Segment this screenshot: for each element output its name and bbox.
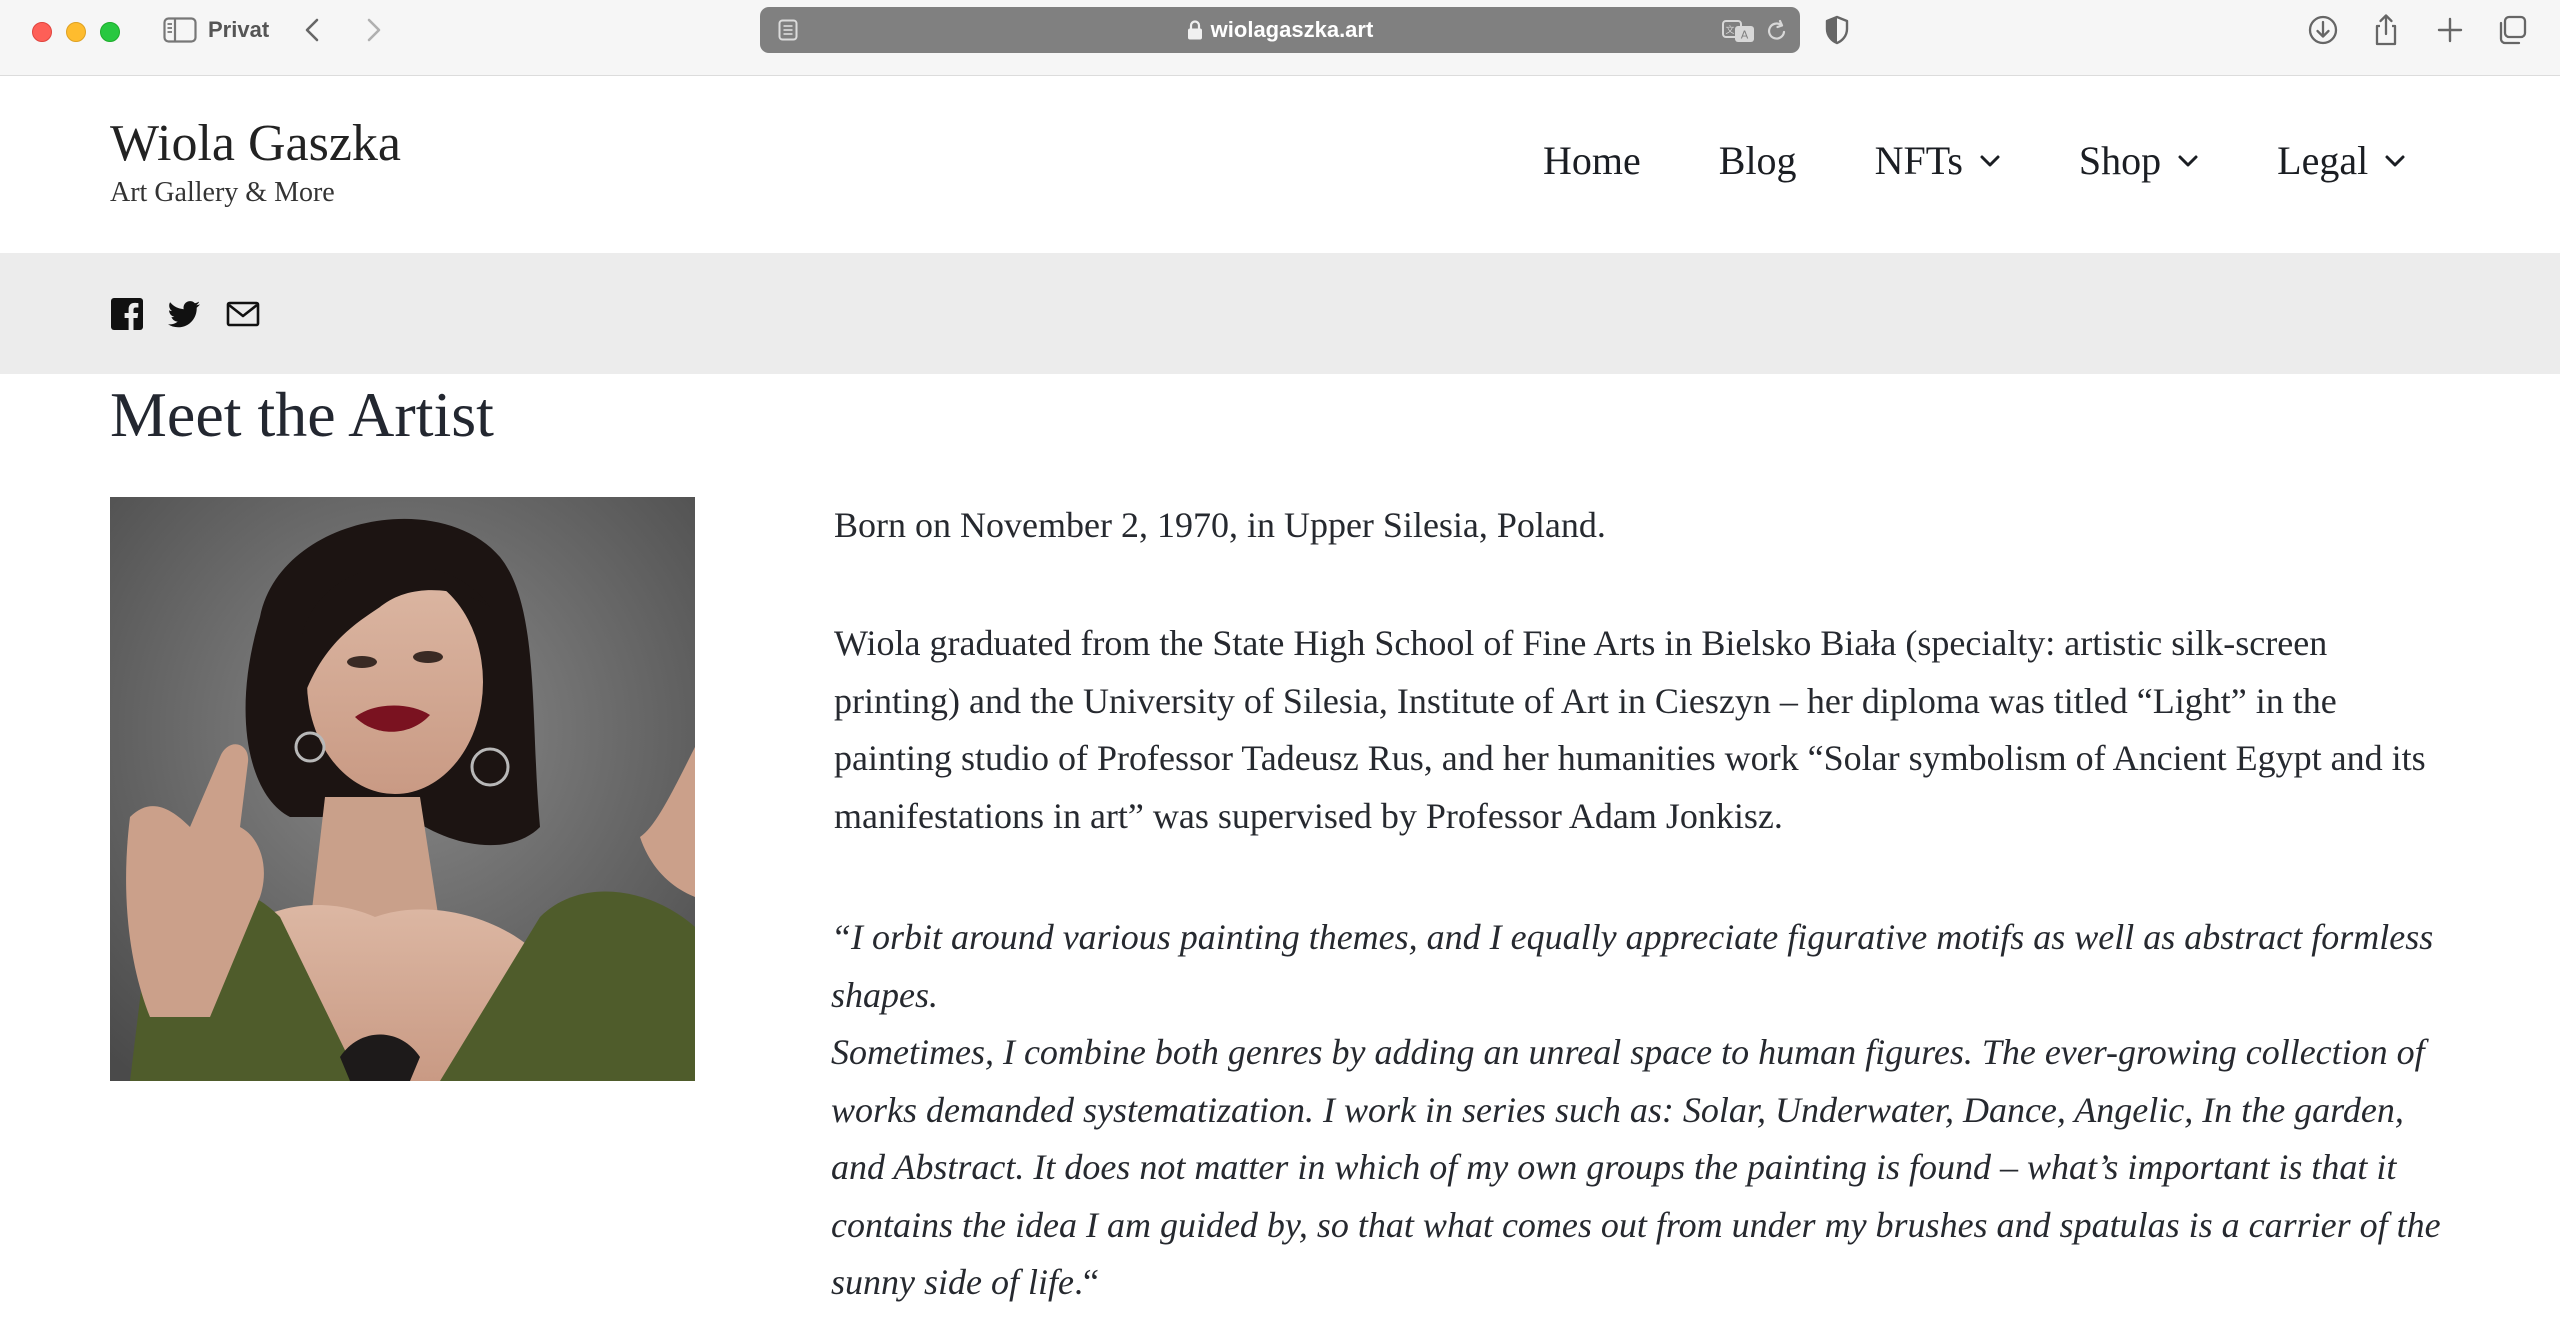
sidebar-toggle-icon[interactable] [163, 16, 197, 44]
quote-paragraph: Sometimes, I combine both genres by addi… [831, 1024, 2456, 1312]
main-navigation: Home Blog NFTs Shop Legal [1543, 137, 2406, 184]
nav-nfts-label: NFTs [1874, 138, 1963, 183]
artist-portrait-photo [110, 497, 695, 1081]
site-header: Wiola Gaszka Art Gallery & More Home Blo… [0, 77, 2560, 253]
page-title: Meet the Artist [110, 379, 494, 450]
site-tagline: Art Gallery & More [110, 177, 335, 208]
nav-blog[interactable]: Blog [1719, 137, 1797, 184]
reload-icon[interactable] [1766, 19, 1788, 43]
private-profile-label[interactable]: Privat [208, 16, 269, 44]
tab-overview-icon[interactable] [2494, 12, 2530, 48]
translate-icon[interactable]: A 文 [1722, 19, 1756, 43]
zoom-window-button[interactable] [100, 22, 120, 42]
chevron-down-icon [2385, 155, 2405, 166]
close-window-button[interactable] [32, 22, 52, 42]
chevron-down-icon [1980, 155, 2000, 166]
site-title[interactable]: Wiola Gaszka [110, 114, 401, 173]
social-links-bar [0, 253, 2560, 374]
address-bar[interactable]: wiolagaszka.art A 文 [760, 7, 1800, 53]
nav-shop[interactable]: Shop [2079, 137, 2199, 184]
privacy-shield-icon[interactable] [1824, 15, 1850, 45]
artist-quote: “I orbit around various painting themes,… [831, 909, 2456, 1312]
birth-info: Born on November 2, 1970, in Upper Siles… [834, 505, 1606, 545]
twitter-icon[interactable] [167, 297, 201, 331]
svg-text:A: A [1741, 29, 1749, 42]
nav-blog-label: Blog [1718, 138, 1797, 183]
url-text: wiolagaszka.art [1210, 17, 1374, 42]
quote-line-2: Sometimes, I combine both genres by addi… [831, 1032, 2441, 1302]
nav-legal-label: Legal [2277, 138, 2369, 183]
nav-legal[interactable]: Legal [2277, 137, 2406, 184]
svg-text:文: 文 [1725, 24, 1734, 36]
share-icon[interactable] [2368, 12, 2404, 48]
minimize-window-button[interactable] [66, 22, 86, 42]
quote-line-1: “I orbit around various painting themes,… [831, 917, 2434, 1015]
nav-nfts[interactable]: NFTs [1875, 137, 2001, 184]
back-arrow-icon[interactable] [298, 14, 328, 46]
facebook-icon[interactable] [110, 297, 144, 331]
nav-home[interactable]: Home [1543, 137, 1641, 184]
lock-icon [1187, 20, 1202, 40]
new-tab-plus-icon[interactable] [2432, 12, 2468, 48]
forward-arrow-icon[interactable] [358, 14, 388, 46]
education-paragraph: Wiola graduated from the State High Scho… [834, 623, 2426, 836]
nav-home-label: Home [1543, 138, 1641, 183]
email-icon[interactable] [226, 297, 260, 331]
quote-end: .“ [1073, 1262, 1099, 1302]
nav-shop-label: Shop [2078, 138, 2162, 183]
chevron-down-icon [2178, 155, 2198, 166]
download-icon[interactable] [2305, 12, 2341, 48]
browser-toolbar: Privat wiolagaszka.art A 文 [0, 0, 2560, 76]
